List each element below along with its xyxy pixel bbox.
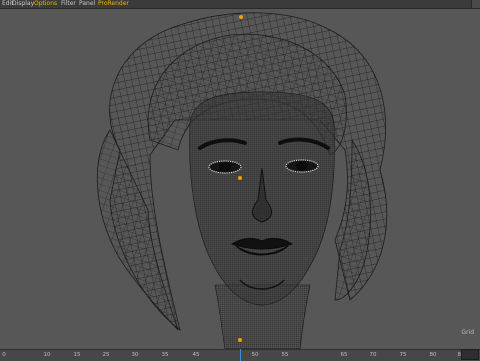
- timeline-tick: 65: [340, 352, 348, 358]
- timeline-tick: 25: [102, 352, 110, 358]
- grid-label: Grid: [461, 329, 474, 336]
- menu-options[interactable]: Options: [34, 0, 57, 8]
- timeline-tick: 0: [2, 352, 6, 358]
- 3d-viewport[interactable]: Grid: [0, 9, 480, 349]
- timeline-tick: 45: [192, 352, 200, 358]
- timeline-tick: 70: [369, 352, 377, 358]
- menu-panel[interactable]: Panel: [79, 0, 95, 8]
- timeline-tick: 55: [281, 352, 289, 358]
- timeline-tick: 30: [131, 352, 139, 358]
- menubar: Edit Display Options Filter Panel ProRen…: [0, 0, 480, 9]
- pivot-marker-top: [239, 15, 243, 19]
- menu-filter[interactable]: Filter: [61, 0, 76, 8]
- timeline-tick: 75: [399, 352, 407, 358]
- timeline-ruler[interactable]: 0 10 15 25 30 35 45 50 55 65 70 75 80 85: [0, 349, 480, 361]
- pivot-marker-bottom: [238, 338, 242, 342]
- timeline-tick: 10: [43, 352, 51, 358]
- timeline-tick: 80: [429, 352, 437, 358]
- pivot-marker-center: [238, 176, 242, 180]
- timeline-tick: 35: [161, 352, 169, 358]
- viewport-corner-handle[interactable]: [471, 0, 480, 8]
- menu-prorender[interactable]: ProRender: [98, 0, 129, 8]
- timeline-tick: 50: [251, 352, 259, 358]
- timeline-tick: 15: [73, 352, 81, 358]
- menu-display[interactable]: Display: [12, 0, 34, 8]
- wireframe-model: [96, 12, 388, 349]
- timeline-playhead[interactable]: [240, 349, 241, 361]
- current-frame-field[interactable]: [461, 349, 479, 360]
